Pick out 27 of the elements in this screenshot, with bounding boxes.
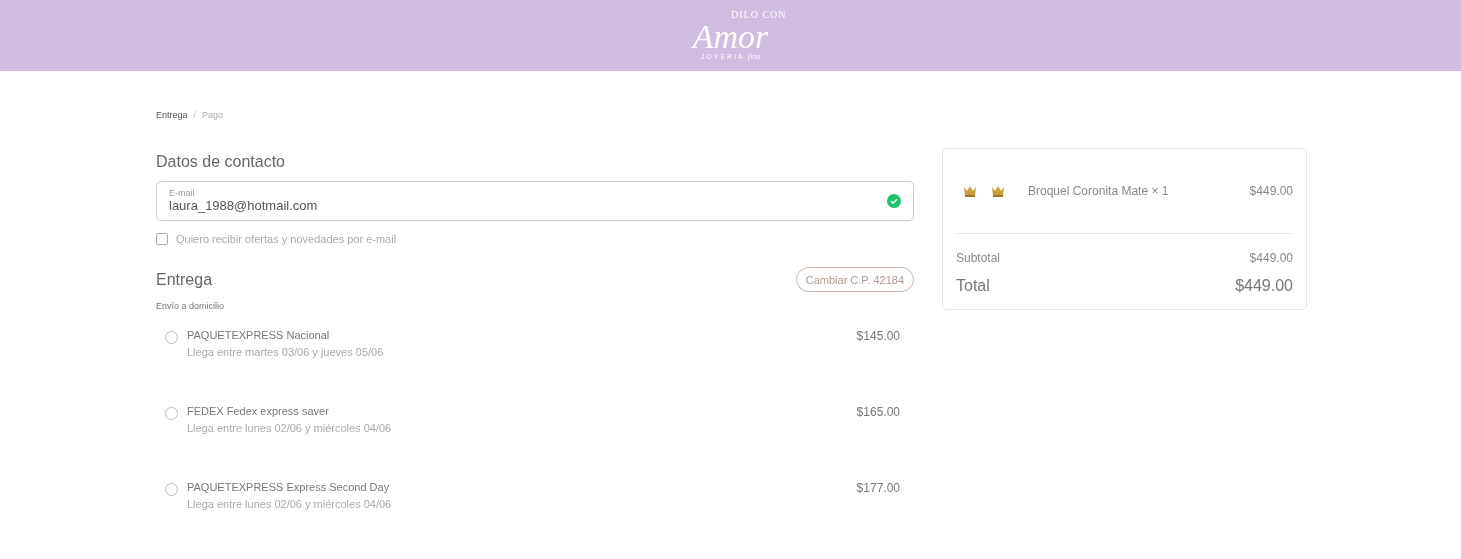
product-price: $449.00: [1249, 184, 1293, 198]
breadcrumb-separator: /: [193, 110, 197, 120]
logo-script: Amor: [692, 20, 769, 52]
shipping-price: $165.00: [856, 405, 900, 419]
checkbox[interactable]: [156, 233, 168, 245]
section-title: Datos de contacto: [156, 153, 286, 171]
shipping-option-name: FEDEX Fedex express saver: [187, 405, 330, 417]
total-value: $449.00: [1235, 277, 1293, 295]
shipping-price: $177.00: [856, 481, 900, 495]
subtotal-label: Subtotal: [956, 251, 1001, 265]
section-title: Entrega: [156, 270, 213, 289]
breadcrumb-link[interactable]: Entrega: [156, 110, 188, 120]
field-label: E-mail: [169, 188, 196, 198]
total-label: Total: [956, 277, 990, 295]
shipping-method-label: Envío a domicilio: [156, 301, 226, 311]
delivery-estimate: Llega entre lunes 02/06 y miércoles 04/06: [187, 422, 393, 434]
delivery-estimate: Llega entre martes 03/06 y jueves 05/06: [187, 346, 385, 358]
shipping-option-name: PAQUETEXPRESS Nacional: [187, 329, 331, 341]
email-field[interactable]: E-mail laura_1988@hotmail.com: [156, 181, 914, 221]
logo-text: DILO CON: [731, 9, 787, 20]
shipping-price: $145.00: [856, 329, 900, 343]
field-value: laura_1988@hotmail.com: [169, 198, 319, 214]
checkbox-label: Quiero recibir ofertas y novedades por e-mail: [176, 233, 397, 245]
product-name: Broquel Coronita Mate × 1: [1028, 184, 1170, 198]
shipping-option-name: PAQUETEXPRESS Express Second Day: [187, 481, 391, 493]
delivery-estimate: Llega entre lunes 02/06 y miércoles 04/06: [187, 498, 393, 510]
subtotal-value: $449.00: [1249, 251, 1293, 265]
